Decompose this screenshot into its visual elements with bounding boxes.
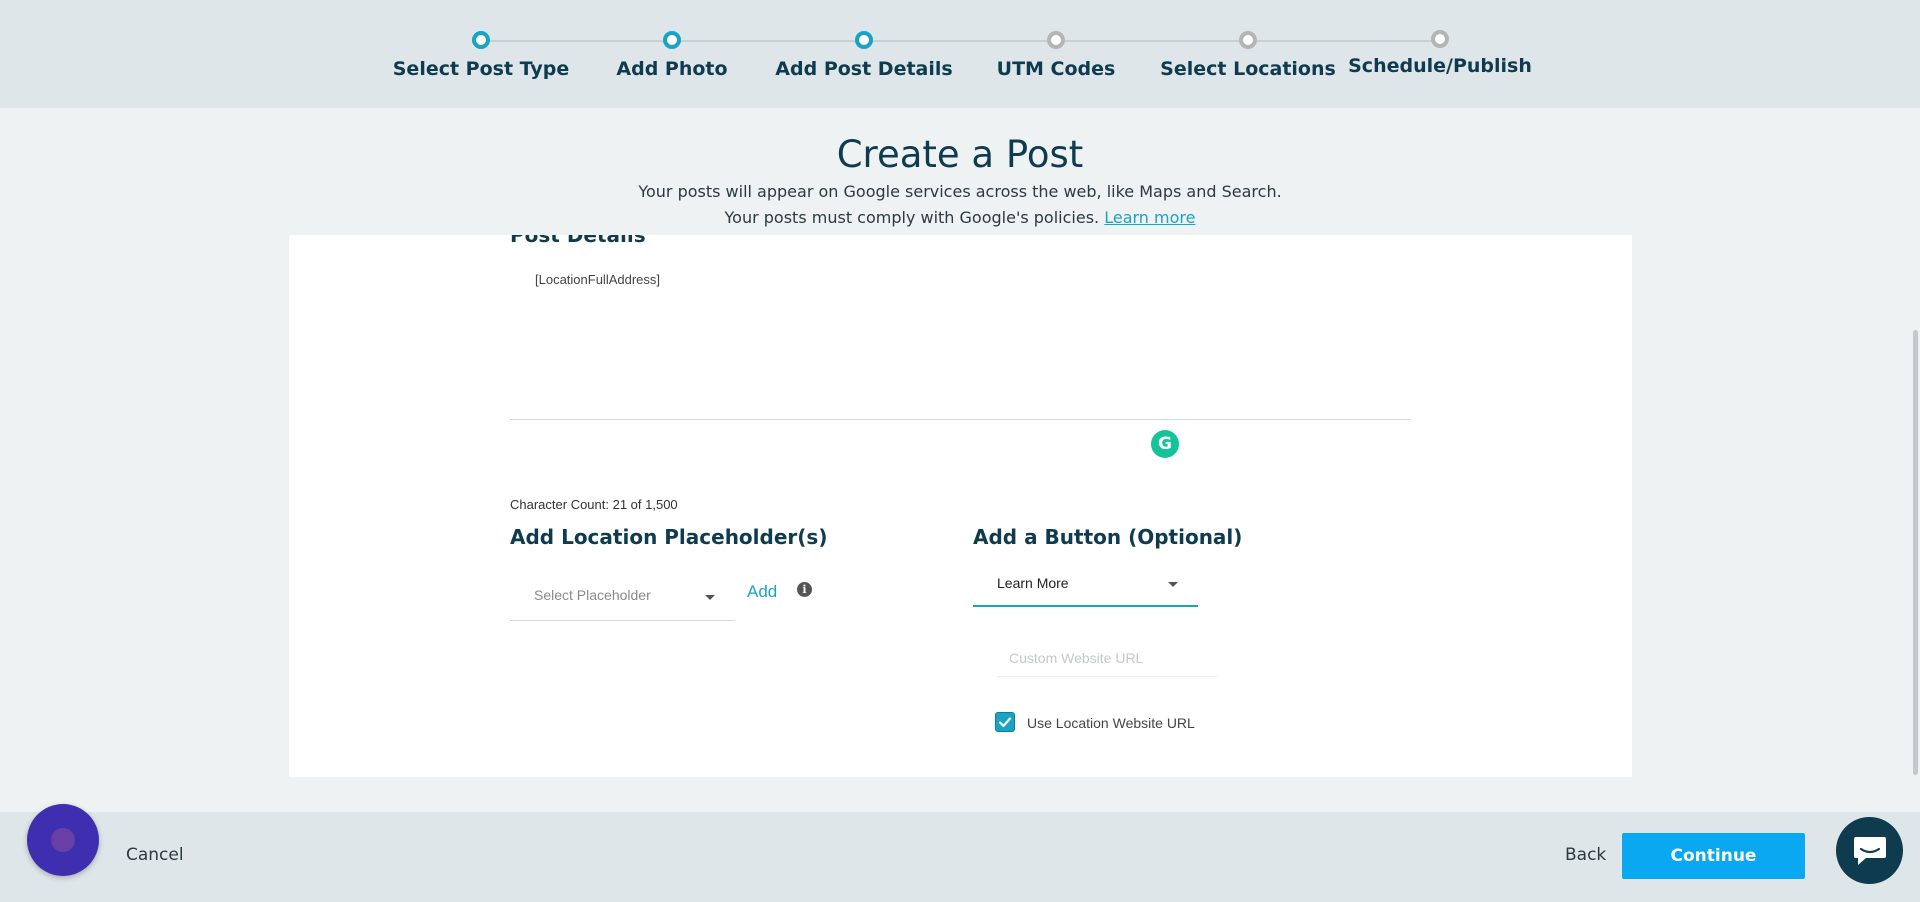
step-select-locations[interactable]: Select Locations	[1148, 31, 1348, 80]
editor-content[interactable]: [LocationFullAddress]	[535, 272, 660, 287]
step-pending-icon	[1431, 30, 1449, 48]
step-label: Select Post Type	[392, 58, 570, 80]
placeholder-select-value: Select Placeholder	[534, 587, 651, 603]
post-text-editor[interactable]: [LocationFullAddress]	[510, 260, 1411, 420]
step-complete-icon	[472, 31, 490, 49]
assistant-dot-icon	[51, 828, 75, 852]
caret-down-icon	[1168, 582, 1178, 587]
step-current-icon	[855, 31, 873, 49]
step-label: Schedule/Publish	[1348, 55, 1532, 77]
step-pending-icon	[1239, 31, 1257, 49]
use-location-url-label[interactable]: Use Location Website URL	[1027, 715, 1195, 731]
learn-more-link[interactable]: Learn more	[1104, 208, 1195, 227]
button-type-select[interactable]: Learn More	[973, 561, 1198, 607]
policy-text: Your posts must comply with Google's pol…	[724, 208, 1100, 227]
use-location-url-checkbox[interactable]	[995, 712, 1015, 732]
step-label: Add Photo	[616, 58, 728, 80]
custom-website-url-input[interactable]	[997, 639, 1217, 677]
step-add-post-details[interactable]: Add Post Details	[764, 31, 964, 80]
chat-support-icon[interactable]	[1836, 817, 1903, 884]
location-placeholder-heading: Add Location Placeholder(s)	[510, 525, 828, 549]
grammarly-icon[interactable]: G	[1151, 430, 1179, 458]
add-placeholder-button[interactable]: Add	[747, 582, 777, 602]
continue-button[interactable]: Continue	[1622, 833, 1805, 879]
post-details-card: Post Details [LocationFullAddress] G Cha…	[289, 235, 1632, 777]
page-subtitle: Your posts will appear on Google service…	[638, 182, 1282, 201]
page-title: Create a Post	[836, 133, 1084, 176]
button-type-value: Learn More	[997, 575, 1069, 591]
step-add-photo[interactable]: Add Photo	[572, 31, 772, 80]
back-button[interactable]: Back	[1565, 845, 1606, 865]
caret-down-icon	[705, 595, 715, 600]
character-count: Character Count: 21 of 1,500	[510, 497, 678, 512]
step-complete-icon	[663, 31, 681, 49]
step-select-post-type[interactable]: Select Post Type	[381, 31, 581, 80]
step-label: UTM Codes	[996, 58, 1116, 80]
post-details-heading: Post Details	[510, 235, 646, 247]
step-schedule-publish[interactable]: Schedule/Publish	[1340, 30, 1540, 77]
add-button-heading: Add a Button (Optional)	[973, 525, 1243, 549]
step-label: Add Post Details	[775, 58, 953, 80]
step-utm-codes[interactable]: UTM Codes	[956, 31, 1156, 80]
page-policy-note: Your posts must comply with Google's pol…	[0, 208, 1920, 227]
page-scrollbar[interactable]	[1910, 0, 1920, 902]
info-icon[interactable]: i	[797, 582, 812, 597]
checkmark-icon	[998, 717, 1012, 728]
chat-icon	[1853, 836, 1886, 865]
progress-stepper: Select Post Type Add Photo Add Post Deta…	[0, 0, 1920, 108]
assistant-launcher-icon[interactable]	[27, 804, 99, 876]
cancel-button[interactable]: Cancel	[126, 845, 184, 865]
footer-bar: Cancel Back Continue	[0, 812, 1920, 902]
placeholder-select[interactable]: Select Placeholder	[510, 575, 735, 621]
step-pending-icon	[1047, 31, 1065, 49]
step-label: Select Locations	[1160, 58, 1336, 80]
scrollbar-thumb[interactable]	[1913, 330, 1918, 775]
